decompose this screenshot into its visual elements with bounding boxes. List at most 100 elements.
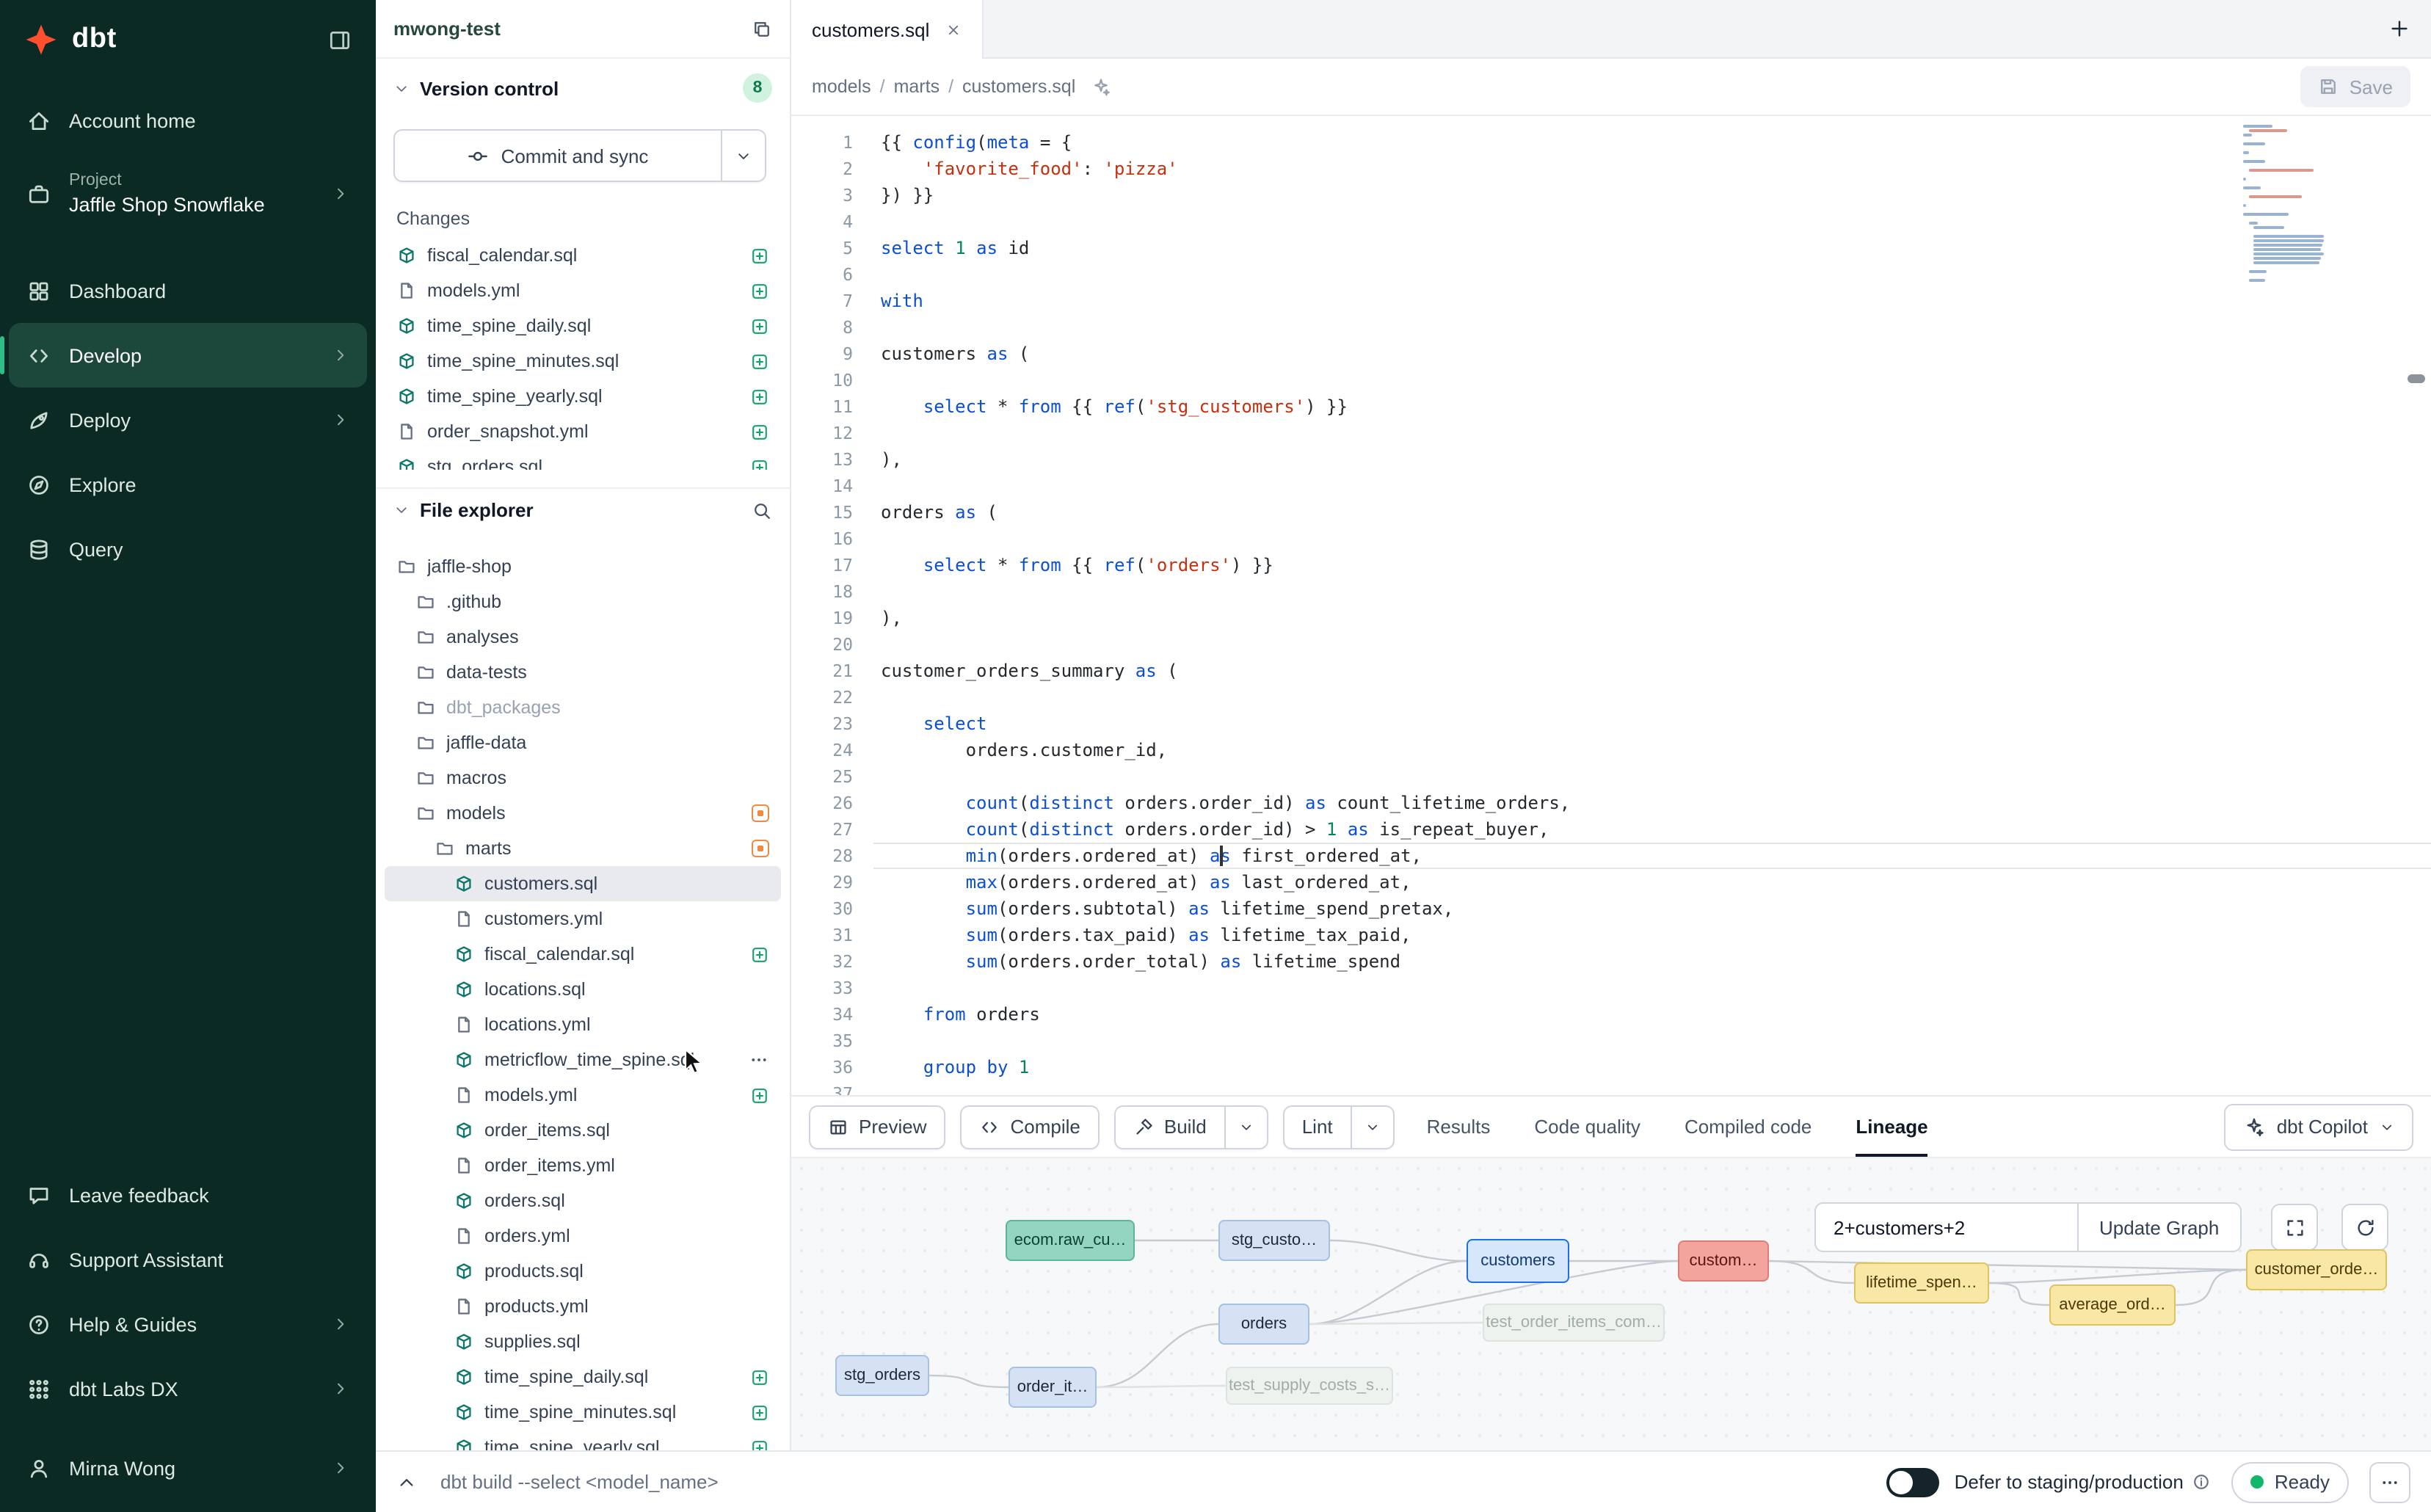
update-graph-button[interactable]: Update Graph bbox=[2077, 1204, 2239, 1251]
tree-item-products-yml[interactable]: products.yml bbox=[385, 1289, 781, 1324]
changed-file-time-spine-minutes-sql[interactable]: time_spine_minutes.sql bbox=[385, 344, 781, 379]
tree-item-analyses[interactable]: analyses bbox=[385, 619, 781, 655]
tree-item-dbt-packages[interactable]: dbt_packages bbox=[385, 690, 781, 725]
lineage-node-stg-customers[interactable]: stg_custo… bbox=[1218, 1220, 1330, 1261]
stage-file-button[interactable] bbox=[750, 387, 769, 406]
preview-button[interactable]: Preview bbox=[809, 1105, 946, 1149]
dbt-logo-icon[interactable] bbox=[23, 22, 59, 57]
sidebar-item-mirna-wong[interactable]: Mirna Wong bbox=[9, 1436, 367, 1500]
stage-file-button[interactable] bbox=[750, 1438, 769, 1450]
fullscreen-lineage-button[interactable] bbox=[2271, 1204, 2318, 1251]
copilot-icon[interactable] bbox=[1090, 76, 1111, 97]
lineage-node-stg-orders[interactable]: stg_orders bbox=[835, 1355, 929, 1396]
save-button[interactable]: Save bbox=[2301, 66, 2410, 107]
lineage-node-test-order-items[interactable]: test_order_items_com… bbox=[1483, 1304, 1665, 1342]
lineage-node-customer-orders[interactable]: customer_orde… bbox=[2246, 1249, 2387, 1290]
changed-file-order-snapshot-yml[interactable]: order_snapshot.yml bbox=[385, 414, 781, 449]
refresh-lineage-button[interactable] bbox=[2341, 1204, 2388, 1251]
stage-file-button[interactable] bbox=[750, 1086, 769, 1105]
tab-compiled-code[interactable]: Compiled code bbox=[1685, 1097, 1812, 1157]
tree-item-jaffle-shop[interactable]: jaffle-shop bbox=[385, 549, 781, 584]
tree-item-macros[interactable]: macros bbox=[385, 760, 781, 796]
new-tab-button[interactable] bbox=[2388, 18, 2410, 40]
tree-item-github[interactable]: .github bbox=[385, 584, 781, 619]
branch-bar[interactable]: mwong-test bbox=[376, 0, 790, 59]
sidebar-item-jaffle-shop-snowflake[interactable]: ProjectJaffle Shop Snowflake bbox=[9, 153, 367, 235]
stage-file-button[interactable] bbox=[750, 422, 769, 441]
tree-item-locations-yml[interactable]: locations.yml bbox=[385, 1007, 781, 1042]
stage-file-button[interactable] bbox=[750, 1367, 769, 1386]
changed-file-stg-orders-sql[interactable]: stg_orders.sql bbox=[385, 449, 781, 470]
collapse-sidebar-button[interactable] bbox=[327, 27, 352, 52]
tree-item-products-sql[interactable]: products.sql bbox=[385, 1254, 781, 1289]
tab-code-quality[interactable]: Code quality bbox=[1534, 1097, 1640, 1157]
file-menu-button[interactable] bbox=[749, 1050, 769, 1070]
tree-item-locations-sql[interactable]: locations.sql bbox=[385, 972, 781, 1007]
tree-item-models[interactable]: models bbox=[385, 796, 781, 831]
tree-item-marts[interactable]: marts bbox=[385, 831, 781, 866]
tree-item-orders-yml[interactable]: orders.yml bbox=[385, 1218, 781, 1254]
tree-item-order-items-yml[interactable]: order_items.yml bbox=[385, 1148, 781, 1183]
sidebar-item-leave-feedback[interactable]: Leave feedback bbox=[9, 1163, 367, 1227]
lineage-node-ecom-raw[interactable]: ecom.raw_cu… bbox=[1006, 1220, 1135, 1261]
stage-file-button[interactable] bbox=[750, 457, 769, 470]
stage-file-button[interactable] bbox=[750, 281, 769, 300]
file-explorer-header[interactable]: File explorer bbox=[376, 487, 790, 531]
tree-item-models-yml[interactable]: models.yml bbox=[385, 1077, 781, 1113]
tree-item-fiscal-calendar-sql[interactable]: fiscal_calendar.sql bbox=[385, 937, 781, 972]
lineage-node-test-supply[interactable]: test_supply_costs_s… bbox=[1226, 1367, 1393, 1405]
stage-file-button[interactable] bbox=[750, 246, 769, 265]
tab-results[interactable]: Results bbox=[1427, 1097, 1491, 1157]
lineage-node-customer[interactable]: custom… bbox=[1678, 1240, 1769, 1282]
minimap[interactable] bbox=[2243, 125, 2328, 288]
lint-button[interactable]: Lint bbox=[1283, 1105, 1352, 1149]
changed-file-models-yml[interactable]: models.yml bbox=[385, 273, 781, 308]
changed-file-time-spine-yearly-sql[interactable]: time_spine_yearly.sql bbox=[385, 379, 781, 414]
sidebar-item-help-guides[interactable]: Help & Guides bbox=[9, 1292, 367, 1356]
sidebar-item-dbt-labs-dx[interactable]: dbt Labs DX bbox=[9, 1356, 367, 1421]
more-options-button[interactable] bbox=[2369, 1461, 2410, 1502]
stage-file-button[interactable] bbox=[750, 352, 769, 371]
sidebar-item-explore[interactable]: Explore bbox=[9, 452, 367, 517]
sidebar-item-dashboard[interactable]: Dashboard bbox=[9, 258, 367, 323]
lineage-node-lifetime-spend[interactable]: lifetime_spen… bbox=[1854, 1262, 1989, 1304]
ide-status-button[interactable]: Ready bbox=[2232, 1461, 2349, 1502]
sidebar-item-deploy[interactable]: Deploy bbox=[9, 388, 367, 452]
tab-lineage[interactable]: Lineage bbox=[1856, 1097, 1927, 1157]
sidebar-item-account-home[interactable]: Account home bbox=[9, 88, 367, 153]
lineage-node-orders[interactable]: orders bbox=[1218, 1304, 1309, 1345]
commit-and-sync-button[interactable]: Commit and sync bbox=[393, 129, 766, 182]
editor-scrollbar-thumb[interactable] bbox=[2408, 374, 2425, 383]
expand-command-bar-button[interactable] bbox=[396, 1472, 417, 1492]
tree-item-supplies-sql[interactable]: supplies.sql bbox=[385, 1324, 781, 1359]
tree-item-orders-sql[interactable]: orders.sql bbox=[385, 1183, 781, 1218]
compile-button[interactable]: Compile bbox=[961, 1105, 1100, 1149]
changed-file-time-spine-daily-sql[interactable]: time_spine_daily.sql bbox=[385, 308, 781, 344]
lineage-node-customers[interactable]: customers bbox=[1467, 1239, 1569, 1283]
lineage-node-average-order[interactable]: average_ord… bbox=[2049, 1284, 2176, 1326]
copy-branch-button[interactable] bbox=[752, 18, 772, 39]
tree-item-order-items-sql[interactable]: order_items.sql bbox=[385, 1113, 781, 1148]
sidebar-item-support-assistant[interactable]: Support Assistant bbox=[9, 1227, 367, 1292]
lineage-node-order-items[interactable]: order_it… bbox=[1009, 1367, 1097, 1408]
lineage-selector-input[interactable]: 2+customers+2 bbox=[1816, 1204, 2077, 1251]
changed-file-fiscal-calendar-sql[interactable]: fiscal_calendar.sql bbox=[385, 238, 781, 273]
tree-item-metricflow-time-spine-sql[interactable]: metricflow_time_spine.sql bbox=[385, 1042, 781, 1077]
tab-customers-sql[interactable]: customers.sql bbox=[791, 0, 984, 59]
stage-file-button[interactable] bbox=[750, 1403, 769, 1422]
dbt-command-input[interactable]: dbt build --select <model_name> bbox=[440, 1471, 719, 1493]
tree-item-time-spine-daily-sql[interactable]: time_spine_daily.sql bbox=[385, 1359, 781, 1395]
dbt-copilot-button[interactable]: dbt Copilot bbox=[2224, 1103, 2413, 1150]
close-tab-button[interactable] bbox=[945, 21, 962, 37]
version-control-header[interactable]: Version control 8 bbox=[376, 68, 790, 109]
tree-item-customers-sql[interactable]: customers.sql bbox=[385, 866, 781, 901]
build-options-button[interactable] bbox=[1226, 1105, 1268, 1149]
build-button[interactable]: Build bbox=[1114, 1105, 1226, 1149]
stage-file-button[interactable] bbox=[750, 945, 769, 964]
code-editor[interactable]: 1{{ config(meta = {2 'favorite_food': 'p… bbox=[791, 116, 2431, 1095]
info-icon[interactable] bbox=[2192, 1472, 2212, 1491]
sidebar-item-develop[interactable]: Develop bbox=[9, 323, 367, 388]
sidebar-item-query[interactable]: Query bbox=[9, 517, 367, 581]
stage-file-button[interactable] bbox=[750, 316, 769, 335]
defer-toggle[interactable] bbox=[1887, 1467, 1940, 1497]
